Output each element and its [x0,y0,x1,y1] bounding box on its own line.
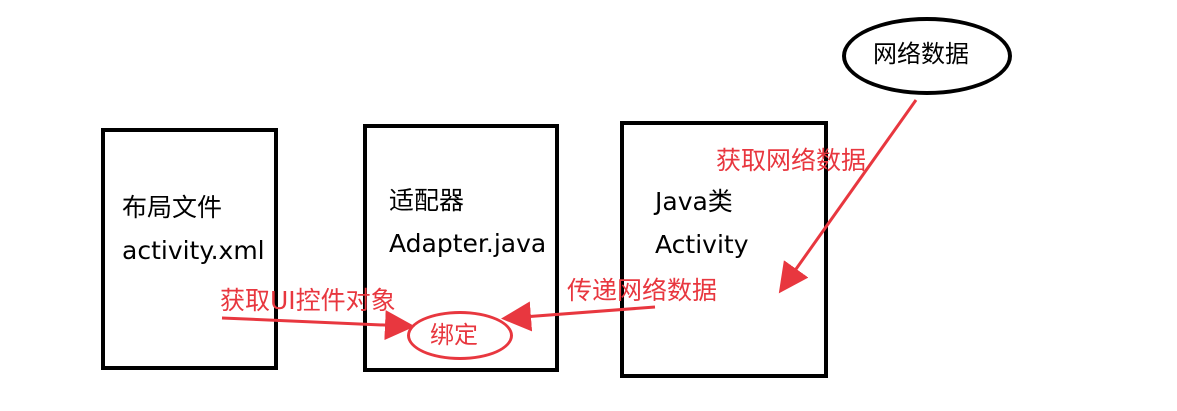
layout-file-title: 布局文件 [122,193,223,222]
arrow-get-network-data [778,99,918,294]
bind-label: 绑定 [430,321,478,349]
layout-file-name: activity.xml [122,236,265,265]
network-data-label: 网络数据 [873,40,969,68]
arrow-pass-network-data [501,301,656,332]
java-class-name: Activity [655,230,749,259]
adapter-file-name: Adapter.java [389,229,547,258]
get-ui-controls-label: 获取UI控件对象 [220,286,396,315]
get-network-data-label: 获取网络数据 [716,146,867,175]
adapter-title: 适配器 [389,186,465,215]
java-class-title: Java类 [655,187,733,216]
arrow-get-ui-controls [221,310,415,341]
pass-network-data-label: 传递网络数据 [567,276,718,305]
